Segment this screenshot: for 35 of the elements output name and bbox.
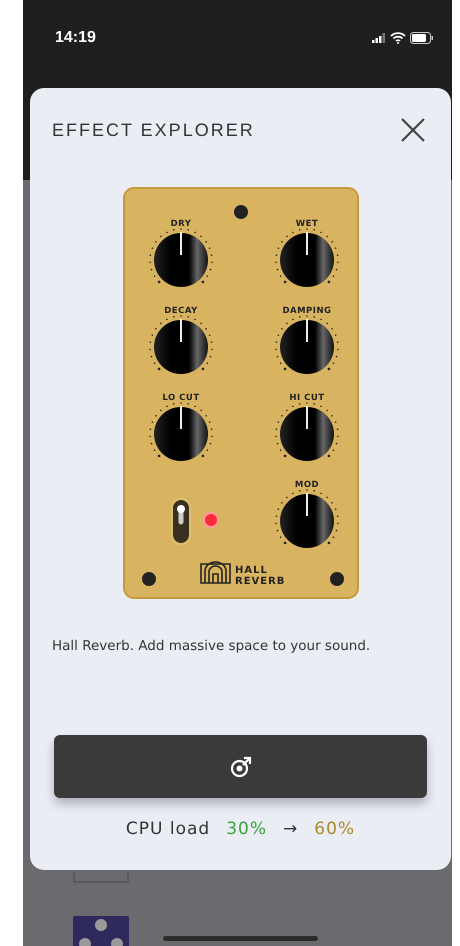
- knob-label: DAMPING: [282, 306, 332, 316]
- pedal-thumbnail: [73, 872, 129, 884]
- battery-icon: [410, 32, 434, 44]
- knob-label: DECAY: [164, 306, 198, 316]
- arrow-icon: →: [283, 817, 298, 843]
- screw-icon: [142, 572, 156, 586]
- brand-name: HALL: [234, 565, 268, 576]
- dialog-title: EFFECT EXPLORER: [52, 118, 255, 142]
- knob[interactable]: [274, 489, 338, 548]
- screw-icon: [330, 572, 344, 586]
- knob-label: WET: [295, 219, 318, 229]
- knob[interactable]: [274, 228, 338, 287]
- close-button[interactable]: [399, 116, 427, 144]
- status-time: 14:19: [55, 28, 96, 48]
- toggle-switch[interactable]: [170, 498, 190, 545]
- cpu-load-label: CPU load: [126, 818, 210, 842]
- brand-name: REVERB: [234, 576, 285, 587]
- wifi-icon: [390, 32, 406, 44]
- screw-icon: [234, 205, 248, 219]
- pedal-thumbnail: [73, 916, 129, 946]
- effect-description: Hall Reverb. Add massive space to your sound.: [51, 637, 372, 656]
- knob[interactable]: [148, 228, 212, 287]
- knob-label: HI CUT: [288, 393, 324, 403]
- knob-label: DRY: [170, 219, 191, 229]
- knob-label: LO CUT: [162, 393, 200, 403]
- knob[interactable]: [148, 402, 212, 461]
- hall-logo-icon: [200, 561, 230, 584]
- cpu-current-value: 30%: [226, 818, 268, 842]
- signal-icon: [372, 32, 386, 42]
- knob-label: MOD: [294, 480, 319, 490]
- knob[interactable]: [148, 315, 212, 374]
- target-arrow-icon: [230, 756, 252, 778]
- cpu-projected-value: 60%: [314, 818, 356, 842]
- knob[interactable]: [274, 402, 338, 461]
- knob[interactable]: [274, 315, 338, 374]
